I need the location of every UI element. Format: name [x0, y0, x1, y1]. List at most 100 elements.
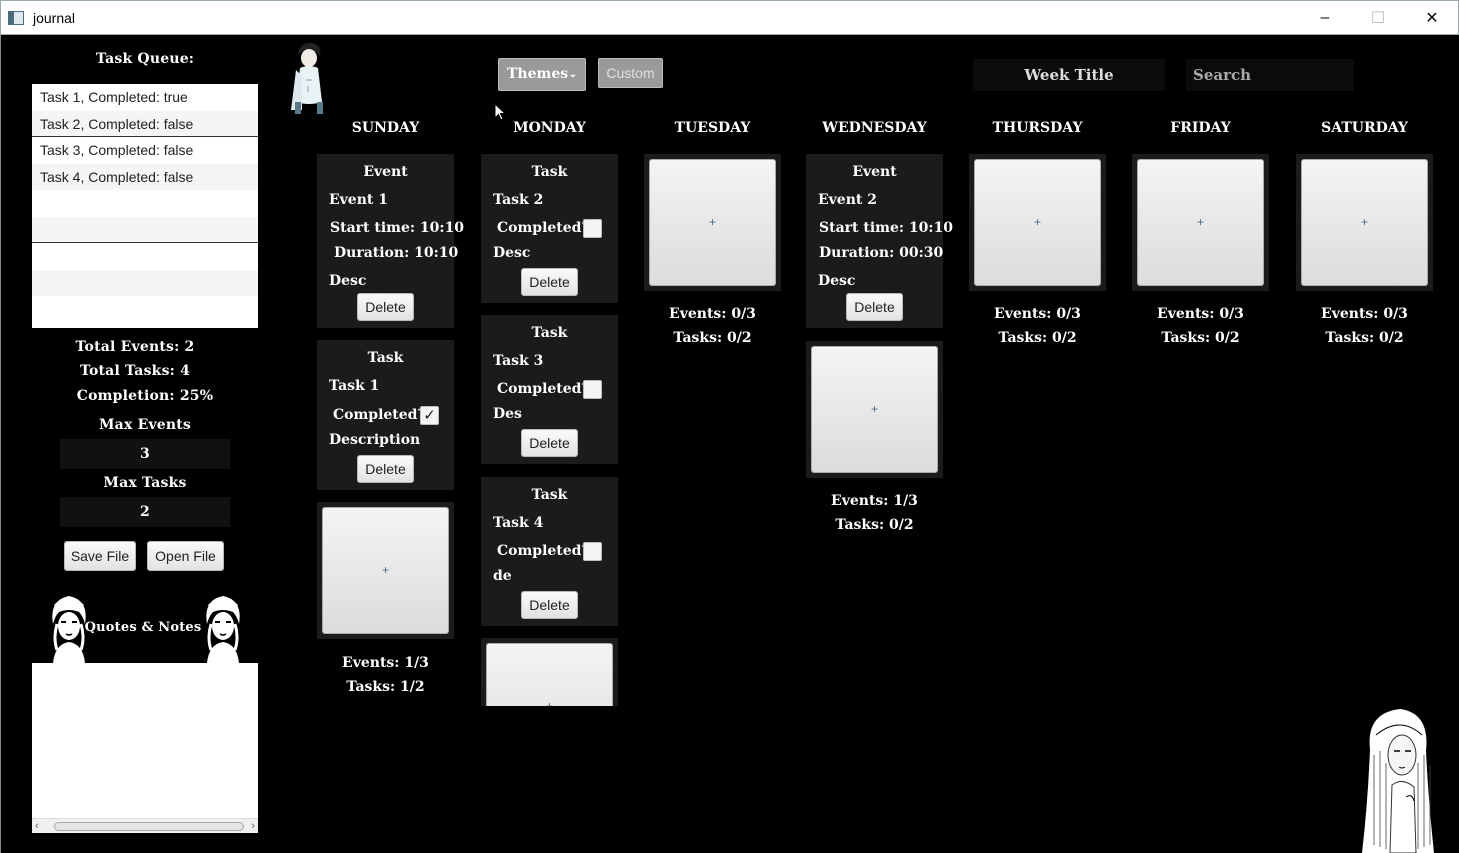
tasks-count: Tasks: 1/2	[346, 679, 425, 695]
window-border	[0, 35, 1, 853]
boy-figure-icon	[291, 42, 323, 114]
task-description: Description	[329, 432, 421, 448]
event-name: Event 1	[329, 192, 388, 208]
scrollbar-thumb[interactable]	[54, 822, 244, 831]
events-count: Events: 1/3	[342, 655, 429, 671]
themes-label: Themes	[507, 66, 569, 82]
task-card: Task Task 3 Completed? Des Delete	[481, 315, 618, 464]
add-item-button[interactable]: +	[1137, 159, 1264, 286]
tasks-count: Tasks: 0/2	[835, 517, 914, 533]
task-name: Task 3	[493, 353, 544, 369]
minimize-button[interactable]: –	[1298, 1, 1352, 35]
add-item-slot: +	[969, 154, 1106, 291]
event-start-time: Start time: 10:10	[330, 220, 465, 236]
delete-button[interactable]: Delete	[521, 268, 578, 296]
save-file-button[interactable]: Save File	[64, 541, 136, 571]
delete-button[interactable]: Delete	[521, 429, 578, 457]
card-type-label: Task	[367, 350, 404, 366]
max-tasks-label: Max Tasks	[103, 475, 187, 491]
list-item-empty	[32, 216, 258, 243]
add-item-button[interactable]: +	[322, 507, 449, 634]
card-type-label: Event	[363, 164, 408, 180]
delete-button[interactable]: Delete	[357, 293, 414, 321]
total-tasks: Total Tasks: 4	[79, 363, 191, 379]
day-header-friday: FRIDAY	[1170, 120, 1231, 136]
task-completed-checkbox[interactable]: ✓	[420, 406, 439, 425]
task-completed-label: Completed?	[333, 407, 426, 423]
event-start-time: Start time: 10:10	[819, 220, 954, 236]
completion-percent: Completion: 25%	[76, 388, 214, 404]
add-item-button[interactable]: +	[811, 346, 938, 473]
task-queue-title: Task Queue:	[95, 51, 195, 67]
add-item-button[interactable]: +	[649, 159, 776, 286]
add-item-button[interactable]: +	[974, 159, 1101, 286]
task-completed-label: Completed?	[497, 381, 590, 397]
card-type-label: Event	[852, 164, 897, 180]
task-name: Task 4	[493, 515, 544, 531]
add-item-slot: +	[644, 154, 781, 291]
week-title-field[interactable]: Week Title	[973, 59, 1165, 91]
add-item-slot: +	[1132, 154, 1269, 291]
scroll-right-icon[interactable]: ›	[251, 819, 255, 834]
events-count: Events: 0/3	[994, 306, 1081, 322]
events-count: Events: 0/3	[669, 306, 756, 322]
event-name: Event 2	[818, 192, 877, 208]
task-queue-list[interactable]: Task 1, Completed: true Task 2, Complete…	[32, 84, 258, 328]
custom-theme-button[interactable]: Custom	[598, 58, 663, 88]
task-completed-checkbox[interactable]	[583, 380, 602, 399]
list-item[interactable]: Task 1, Completed: true	[32, 84, 258, 111]
max-tasks-field[interactable]: 2	[60, 497, 230, 527]
task-completed-checkbox[interactable]	[583, 219, 602, 238]
task-description: Des	[493, 406, 522, 422]
task-completed-checkbox[interactable]	[583, 542, 602, 561]
horizontal-scrollbar[interactable]: ‹ ›	[32, 818, 258, 833]
day-header-thursday: THURSDAY	[992, 120, 1083, 136]
themes-dropdown[interactable]: Themes ⌄	[498, 58, 586, 91]
list-item-empty	[32, 190, 258, 217]
delete-button[interactable]: Delete	[521, 591, 578, 619]
task-description: Desc	[493, 245, 531, 261]
mouse-cursor-icon	[494, 103, 506, 121]
task-card: Task Task 1 Completed? ✓ Description Del…	[317, 340, 454, 490]
add-item-slot: +	[481, 638, 618, 706]
max-events-field[interactable]: 3	[60, 439, 230, 469]
tasks-count: Tasks: 0/2	[1161, 330, 1240, 346]
quotes-notes-textarea[interactable]: ‹ ›	[32, 663, 258, 833]
card-type-label: Task	[531, 487, 568, 503]
delete-button[interactable]: Delete	[846, 293, 903, 321]
search-input[interactable]: Search	[1186, 59, 1354, 91]
add-item-button[interactable]: +	[1301, 159, 1428, 286]
list-item[interactable]: Task 2, Completed: false	[32, 110, 258, 137]
events-count: Events: 0/3	[1321, 306, 1408, 322]
clipped-add-slot: +	[481, 638, 618, 706]
add-item-button[interactable]: +	[486, 643, 613, 706]
title-bar: journal – ☐ ✕	[0, 0, 1459, 35]
close-button[interactable]: ✕	[1405, 1, 1459, 35]
event-card: Event Event 2 Start time: 10:10 Duration…	[806, 154, 953, 328]
list-item-empty	[32, 243, 258, 270]
task-completed-label: Completed?	[497, 543, 590, 559]
tasks-count: Tasks: 0/2	[1325, 330, 1404, 346]
events-count: Events: 0/3	[1157, 306, 1244, 322]
event-description: Desc	[329, 273, 367, 289]
add-item-slot: +	[1296, 154, 1433, 291]
check-icon: ✓	[423, 406, 436, 424]
delete-button[interactable]: Delete	[357, 455, 414, 483]
maximize-button[interactable]: ☐	[1351, 1, 1405, 35]
list-item[interactable]: Task 3, Completed: false	[32, 137, 258, 164]
day-header-sunday: SUNDAY	[351, 120, 420, 136]
task-name: Task 1	[329, 378, 380, 394]
open-file-button[interactable]: Open File	[147, 541, 224, 571]
tasks-count: Tasks: 0/2	[673, 330, 752, 346]
add-item-slot: +	[806, 341, 943, 478]
app-icon	[8, 11, 24, 25]
max-events-label: Max Events	[98, 417, 192, 433]
card-type-label: Task	[531, 164, 568, 180]
event-duration: Duration: 00:30	[819, 245, 944, 261]
list-item[interactable]: Task 4, Completed: false	[32, 163, 258, 190]
girl-figure-icon	[1362, 709, 1434, 853]
task-card: Task Task 4 Completed? de Delete	[481, 477, 618, 626]
girl-portrait-right-icon	[206, 596, 240, 663]
scroll-left-icon[interactable]: ‹	[35, 819, 39, 834]
day-header-saturday: SATURDAY	[1321, 120, 1408, 136]
